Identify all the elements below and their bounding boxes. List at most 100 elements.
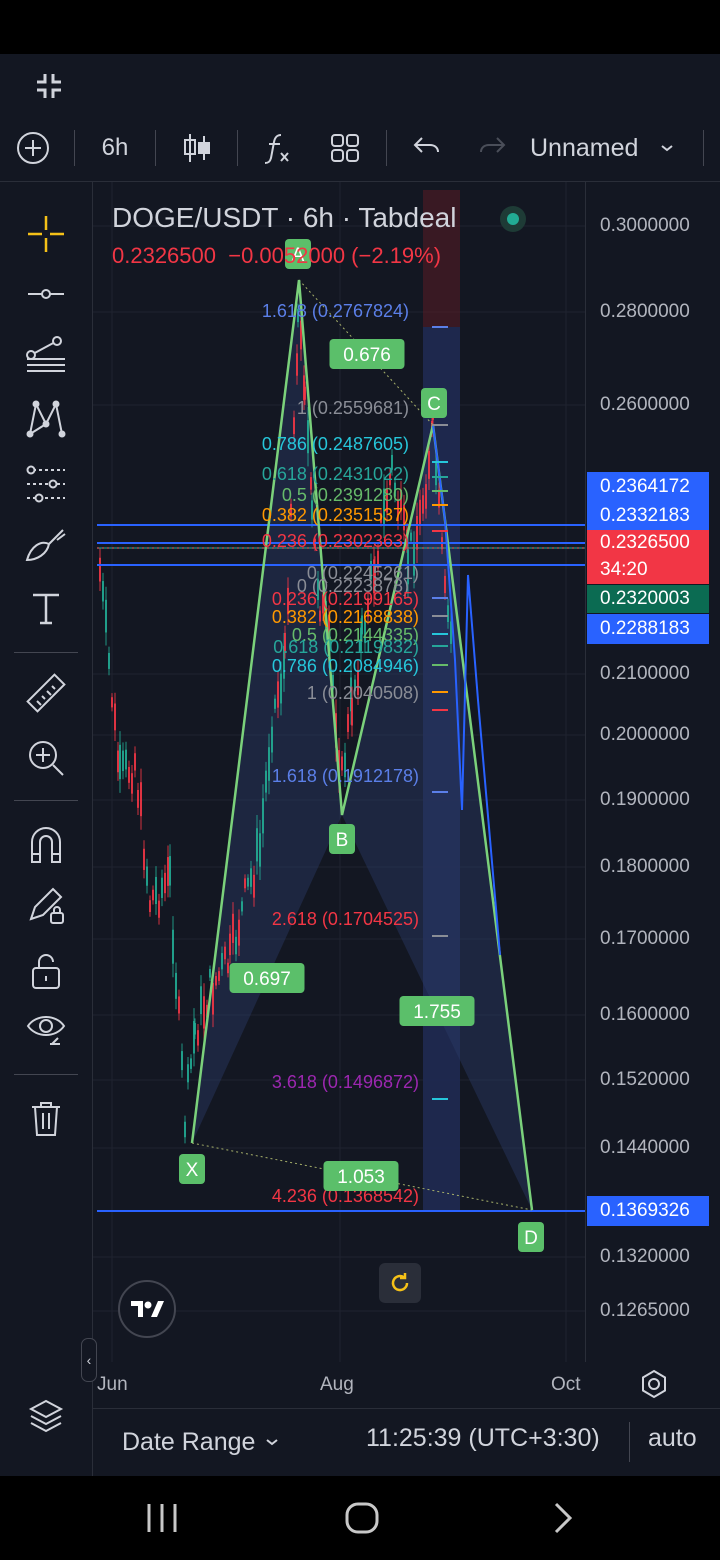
price-tick-label: 0.3000000 bbox=[600, 215, 690, 236]
layouts-button[interactable] bbox=[323, 127, 367, 169]
unlock-tool[interactable] bbox=[20, 946, 72, 998]
candle-body bbox=[238, 919, 240, 946]
redo-button[interactable] bbox=[470, 127, 514, 169]
fib-retracement-icon bbox=[26, 336, 65, 372]
price-badge: 0.2320003 bbox=[587, 585, 709, 613]
pattern-point-label: B bbox=[336, 830, 349, 851]
candle-body bbox=[187, 1064, 189, 1083]
auto-scale-button[interactable]: auto bbox=[648, 1424, 697, 1453]
fib-level-label: 1 (0.2040508) bbox=[307, 683, 419, 703]
object-tree-button[interactable] bbox=[20, 1390, 72, 1442]
forecast-tool[interactable] bbox=[20, 458, 72, 510]
pencil-lock-icon bbox=[29, 887, 64, 924]
fib-level-label: 0.236 (0.2302363) bbox=[262, 531, 409, 551]
price-change-legend: 0.2326500 −0.0052000 (−2.19%) bbox=[112, 243, 442, 268]
zoom-in-tool[interactable] bbox=[20, 732, 72, 784]
price-tick-label: 0.1900000 bbox=[600, 789, 690, 810]
chart-settings-button[interactable] bbox=[638, 1368, 670, 1400]
time-label-aug: Aug bbox=[320, 1374, 354, 1395]
candle-body bbox=[221, 953, 223, 970]
undo-button[interactable] bbox=[405, 127, 449, 169]
candle-body bbox=[117, 750, 119, 773]
ratio-label: 1.755 bbox=[413, 1002, 461, 1023]
candle-body bbox=[235, 936, 237, 955]
reset-icon bbox=[391, 1273, 409, 1292]
remove-drawings-tool[interactable] bbox=[20, 1092, 72, 1144]
magnet-tool[interactable] bbox=[20, 818, 72, 870]
price-tick-label: 0.1800000 bbox=[600, 856, 690, 877]
candle-body bbox=[227, 962, 229, 974]
candle-body bbox=[155, 876, 157, 905]
candle-body bbox=[203, 996, 205, 1029]
home-button[interactable] bbox=[340, 1496, 384, 1540]
candle-body bbox=[244, 878, 246, 889]
candle-body bbox=[102, 581, 104, 602]
grid-icon bbox=[331, 134, 359, 162]
text-icon bbox=[33, 593, 59, 625]
trend-line-tool[interactable] bbox=[20, 268, 72, 320]
recents-icon bbox=[147, 1504, 177, 1532]
candle-body bbox=[271, 726, 273, 753]
price-tick-label: 0.2600000 bbox=[600, 394, 690, 415]
interval-button[interactable]: 6h bbox=[90, 127, 140, 169]
candle-body bbox=[184, 1121, 186, 1138]
chart-type-button[interactable] bbox=[176, 127, 218, 169]
market-status-dot[interactable] bbox=[500, 206, 526, 232]
price-badge: 0.1369326 bbox=[587, 1196, 709, 1226]
price-tick-label: 0.1600000 bbox=[600, 1004, 690, 1025]
candle-body bbox=[250, 868, 252, 887]
candle-body bbox=[419, 499, 421, 526]
hide-drawings-tool[interactable] bbox=[20, 1004, 72, 1056]
indicators-button[interactable] bbox=[256, 127, 300, 169]
chart-pane[interactable]: 1.618 (0.2767824) 1 (0.2559681) 0.786 (0.2… bbox=[93, 182, 585, 1362]
candle-body bbox=[114, 703, 116, 731]
crosshair-tool[interactable] bbox=[20, 208, 72, 260]
candle-body bbox=[247, 877, 249, 887]
candle-body bbox=[137, 789, 139, 808]
candle-body bbox=[178, 996, 180, 1014]
add-symbol-button[interactable] bbox=[12, 127, 54, 169]
recent-apps-button[interactable] bbox=[140, 1496, 184, 1540]
candle-body bbox=[444, 575, 446, 594]
tv-logo-icon bbox=[131, 1301, 164, 1317]
candle-body bbox=[158, 900, 160, 918]
pattern-point-label: X bbox=[186, 1160, 199, 1181]
candle-body bbox=[149, 900, 151, 913]
candle-body bbox=[152, 889, 154, 901]
fib-level-label: 1 (0.2559681) bbox=[297, 398, 409, 418]
fib-level-label: 0.618 (0.2119832) bbox=[273, 637, 419, 657]
collapse-toolbar-handle[interactable]: ‹ bbox=[81, 1338, 97, 1382]
ruler-tool[interactable] bbox=[20, 668, 72, 720]
lock-drawings-tool[interactable] bbox=[20, 880, 72, 932]
back-button[interactable] bbox=[540, 1496, 584, 1540]
eye-icon bbox=[26, 1016, 66, 1045]
candle-body bbox=[161, 877, 163, 898]
price-tick-label: 0.1440000 bbox=[600, 1137, 690, 1158]
price-axis[interactable] bbox=[585, 182, 720, 1362]
home-icon bbox=[345, 1502, 379, 1534]
layout-name-button[interactable]: Unnamed bbox=[530, 127, 695, 169]
candle-body bbox=[172, 929, 174, 964]
back-icon bbox=[554, 1502, 573, 1534]
candles-icon bbox=[184, 134, 210, 162]
date-range-button[interactable]: Date Range bbox=[122, 1424, 279, 1460]
text-tool[interactable] bbox=[20, 582, 72, 634]
pattern-point-label: D bbox=[524, 1228, 538, 1249]
price-tick-label: 0.1700000 bbox=[600, 928, 690, 949]
candle-body bbox=[140, 782, 142, 817]
clock-timezone[interactable]: 11:25:39 (UTC+3:30) bbox=[366, 1424, 600, 1453]
chevron-down-icon bbox=[266, 1439, 279, 1446]
tradingview-logo[interactable] bbox=[118, 1280, 176, 1338]
price-tick-label: 0.1520000 bbox=[600, 1069, 690, 1090]
candle-body bbox=[197, 1030, 199, 1046]
candle-body bbox=[229, 933, 231, 956]
fib-tool[interactable] bbox=[20, 330, 72, 382]
candle-body bbox=[253, 874, 255, 898]
price-tick-label: 0.2100000 bbox=[600, 663, 690, 684]
pattern-tool[interactable] bbox=[20, 392, 72, 444]
reset-chart-button[interactable] bbox=[379, 1263, 421, 1303]
candle-body bbox=[167, 857, 169, 886]
candle-body bbox=[280, 673, 282, 704]
brush-tool[interactable] bbox=[20, 520, 72, 572]
price-badge: 0.2364172 bbox=[587, 472, 709, 502]
